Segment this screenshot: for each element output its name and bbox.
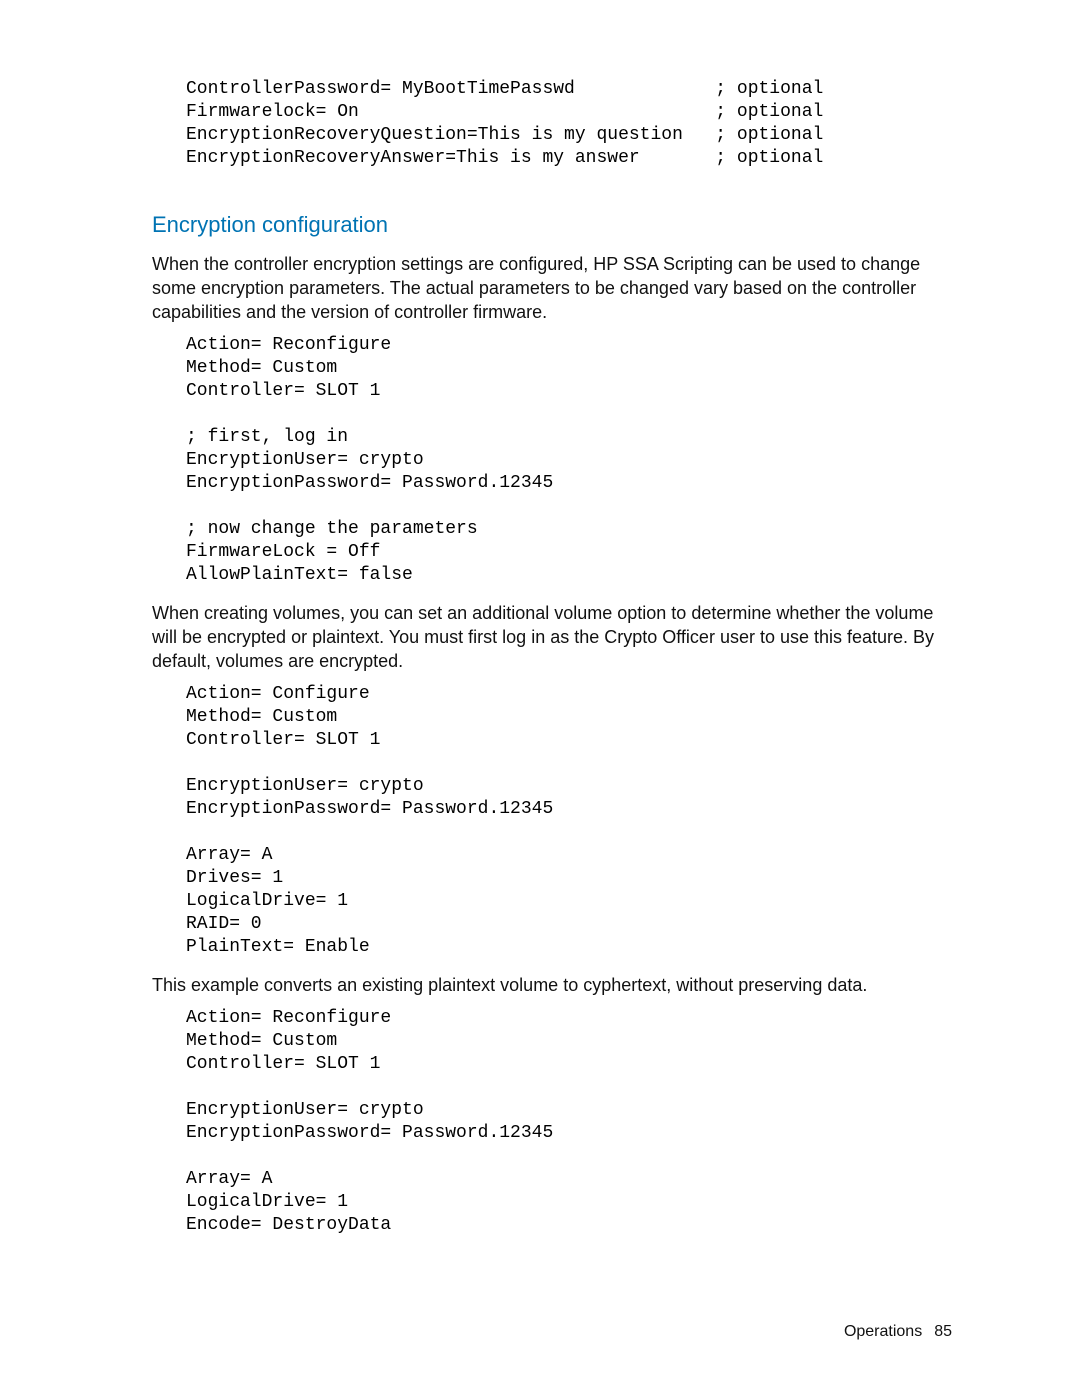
document-page: ControllerPassword= MyBootTimePasswd ; o… [0,0,1080,1397]
code-block-intro: ControllerPassword= MyBootTimePasswd ; o… [186,78,952,170]
paragraph-volumes: When creating volumes, you can set an ad… [152,601,952,673]
section-heading-encryption-configuration: Encryption configuration [152,212,952,238]
footer-section-label: Operations [844,1323,922,1340]
paragraph-intro: When the controller encryption settings … [152,252,952,324]
code-block-configure: Action= Configure Method= Custom Control… [186,683,952,959]
code-block-reconfigure: Action= Reconfigure Method= Custom Contr… [186,334,952,587]
paragraph-convert: This example converts an existing plaint… [152,973,952,997]
code-block-convert: Action= Reconfigure Method= Custom Contr… [186,1007,952,1237]
page-footer: Operations 85 [844,1323,952,1341]
footer-page-number: 85 [934,1323,952,1340]
